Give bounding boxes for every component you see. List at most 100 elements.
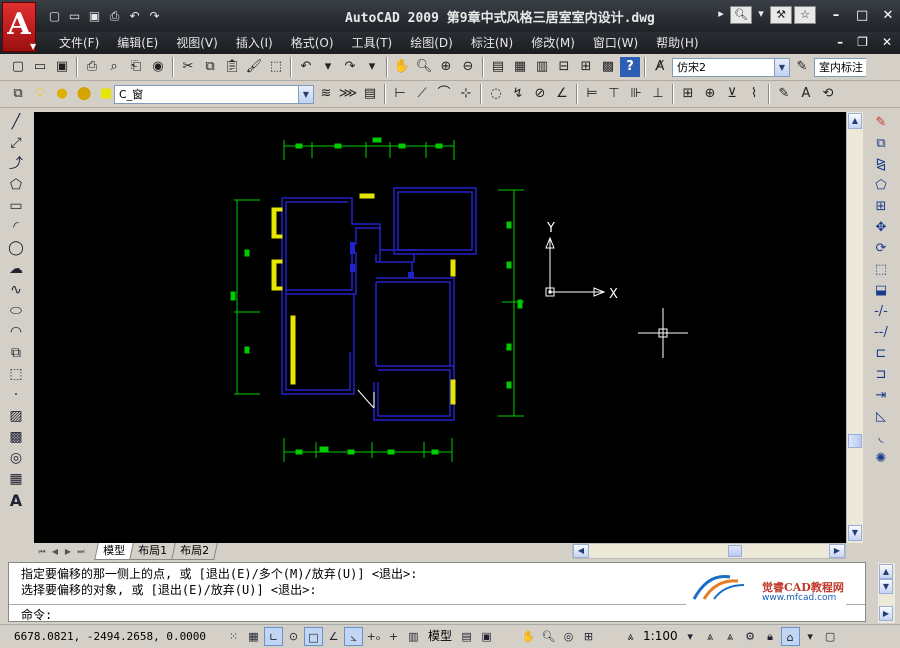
zoom-window-icon[interactable]: ⊕ [436, 57, 456, 77]
maximize-button[interactable]: □ [856, 8, 868, 23]
showmotion-icon[interactable]: ⊞ [579, 627, 598, 646]
calculator-icon[interactable]: ▩ [598, 57, 618, 77]
insert-block-icon[interactable]: ⧉ [3, 343, 29, 364]
jogged-linear-icon[interactable]: ⌇ [744, 84, 764, 104]
chevron-down-icon[interactable]: ▼ [774, 58, 789, 76]
dynamic-input-icon[interactable]: +ₒ [364, 627, 383, 646]
tab-layout1[interactable]: 布局1 [129, 543, 176, 560]
tolerance-icon[interactable]: ⊞ [678, 84, 698, 104]
ortho-mode-icon[interactable]: ∟ [264, 627, 283, 646]
first-tab-icon[interactable]: ⏮ [36, 545, 48, 558]
object-snap-icon[interactable]: □ [304, 627, 323, 646]
menu-draw[interactable]: 绘图(D) [401, 34, 462, 52]
sheet-set-icon[interactable]: ⊟ [554, 57, 574, 77]
table-icon[interactable]: ▦ [3, 469, 29, 490]
annotation-visibility-icon[interactable]: ⩓ [701, 627, 720, 646]
layer-states-icon[interactable]: ▤ [360, 84, 380, 104]
rotate-icon[interactable]: ⟳ [868, 238, 894, 259]
close-button[interactable]: ✕ [882, 8, 894, 23]
linear-dimension-icon[interactable]: ⊢ [390, 84, 410, 104]
zoom-icon[interactable]: 🔍︎ [539, 627, 558, 646]
infocenter-expand-icon[interactable]: ▸ [714, 6, 728, 24]
line-icon[interactable]: ╱ [3, 112, 29, 133]
redo-icon[interactable]: ↷ [146, 8, 163, 24]
redo-icon[interactable]: ↷ [340, 57, 360, 77]
minimize-button[interactable]: – [830, 8, 842, 23]
steering-wheel-icon[interactable]: ◎ [559, 627, 578, 646]
zoom-previous-icon[interactable]: ⊖ [458, 57, 478, 77]
print-icon[interactable]: ⎙ [106, 8, 123, 24]
new-file-icon[interactable]: ▢ [46, 8, 63, 24]
communication-center-icon[interactable]: ⚒ [770, 6, 792, 24]
dim-style-select[interactable]: 室内标注 [814, 57, 866, 77]
search-icon[interactable]: 🔍︎ [730, 6, 752, 24]
plot-preview-icon[interactable]: ⌕ [104, 57, 124, 77]
scroll-left-icon[interactable]: ◀ [573, 544, 589, 558]
spline-icon[interactable]: ∿ [3, 280, 29, 301]
horizontal-scrollbar[interactable]: ◀ ▶ [572, 543, 846, 559]
menu-format[interactable]: 格式(O) [282, 34, 343, 52]
copy-icon[interactable]: ⧉ [200, 57, 220, 77]
menu-edit[interactable]: 编辑(E) [108, 34, 167, 52]
join-icon[interactable]: ⇥ [868, 385, 894, 406]
make-current-layer-icon[interactable]: ≋ [316, 84, 336, 104]
last-tab-icon[interactable]: ⏭ [75, 545, 87, 558]
diameter-dimension-icon[interactable]: ⊘ [530, 84, 550, 104]
inspection-icon[interactable]: ⊻ [722, 84, 742, 104]
block-editor-icon[interactable]: ⬚ [266, 57, 286, 77]
offset-icon[interactable]: ⬠ [868, 175, 894, 196]
match-properties-icon[interactable]: 🖌︎ [244, 57, 264, 77]
tab-model[interactable]: 模型 [94, 543, 134, 560]
scroll-down-icon[interactable]: ▼ [879, 579, 893, 594]
drawing-area[interactable]: Y X [34, 112, 846, 543]
next-tab-icon[interactable]: ▶ [62, 545, 74, 558]
dimension-update-icon[interactable]: ⟲ [818, 84, 838, 104]
menu-dimension[interactable]: 标注(N) [462, 34, 522, 52]
snap-mode-icon[interactable]: ⁙ [224, 627, 243, 646]
toolbar-lock-icon[interactable]: ⌂ [780, 627, 800, 646]
text-style-select[interactable]: 仿宋2 ▼ [672, 57, 790, 77]
circle-icon[interactable]: ◯ [3, 238, 29, 259]
tab-layout2[interactable]: 布局2 [171, 543, 218, 560]
horizontal-scroll-thumb[interactable] [728, 545, 742, 557]
hatch-icon[interactable]: ▨ [3, 406, 29, 427]
polar-tracking-icon[interactable]: ⊙ [284, 627, 303, 646]
extend-icon[interactable]: --/ [868, 322, 894, 343]
rectangle-icon[interactable]: ▭ [3, 196, 29, 217]
scroll-down-icon[interactable]: ▼ [848, 525, 862, 541]
continue-dimension-icon[interactable]: ⊪ [626, 84, 646, 104]
jogged-dimension-icon[interactable]: ↯ [508, 84, 528, 104]
mirror-icon[interactable]: ⧎ [868, 154, 894, 175]
tool-palettes-icon[interactable]: ▥ [532, 57, 552, 77]
quick-dimension-icon[interactable]: ⊨ [582, 84, 602, 104]
dimension-space-icon[interactable]: ⊥ [648, 84, 668, 104]
open-file-icon[interactable]: ▭ [66, 8, 83, 24]
angular-dimension-icon[interactable]: ∠ [552, 84, 572, 104]
previous-tab-icon[interactable]: ◀ [49, 545, 61, 558]
redo-dropdown-icon[interactable]: ▾ [362, 57, 382, 77]
dimension-text-edit-icon[interactable]: A [796, 84, 816, 104]
design-center-icon[interactable]: ▦ [510, 57, 530, 77]
chevron-down-icon[interactable]: ▼ [298, 85, 313, 103]
polygon-icon[interactable]: ⬠ [3, 175, 29, 196]
pan-icon[interactable]: ✋ [392, 57, 412, 77]
command-scrollbar[interactable]: ▲ ▼ ▶ [878, 563, 895, 623]
layer-manager-icon[interactable]: ⧉ [8, 84, 28, 104]
gradient-icon[interactable]: ▩ [3, 427, 29, 448]
cursor-coordinates[interactable]: 6678.0821, -2494.2658, 0.0000 [14, 630, 206, 643]
dimension-edit-icon[interactable]: ✎ [774, 84, 794, 104]
ellipse-icon[interactable]: ⬭ [3, 301, 29, 322]
quick-view-layouts-icon[interactable]: ▤ [457, 627, 476, 646]
break-icon[interactable]: ⊐ [868, 364, 894, 385]
construction-line-icon[interactable]: ⤢ [3, 133, 29, 154]
break-at-point-icon[interactable]: ⊏ [868, 343, 894, 364]
object-snap-tracking-icon[interactable]: ∠ [324, 627, 343, 646]
markup-icon[interactable]: ⊞ [576, 57, 596, 77]
scale-icon[interactable]: ⬚ [868, 259, 894, 280]
menu-modify[interactable]: 修改(M) [522, 34, 584, 52]
properties-icon[interactable]: ▤ [488, 57, 508, 77]
scroll-next-icon[interactable]: ▶ [879, 606, 893, 621]
3d-dwf-icon[interactable]: ◉ [148, 57, 168, 77]
polyline-icon[interactable]: ⤴ [3, 154, 29, 175]
multiline-text-icon[interactable]: A [3, 490, 29, 511]
